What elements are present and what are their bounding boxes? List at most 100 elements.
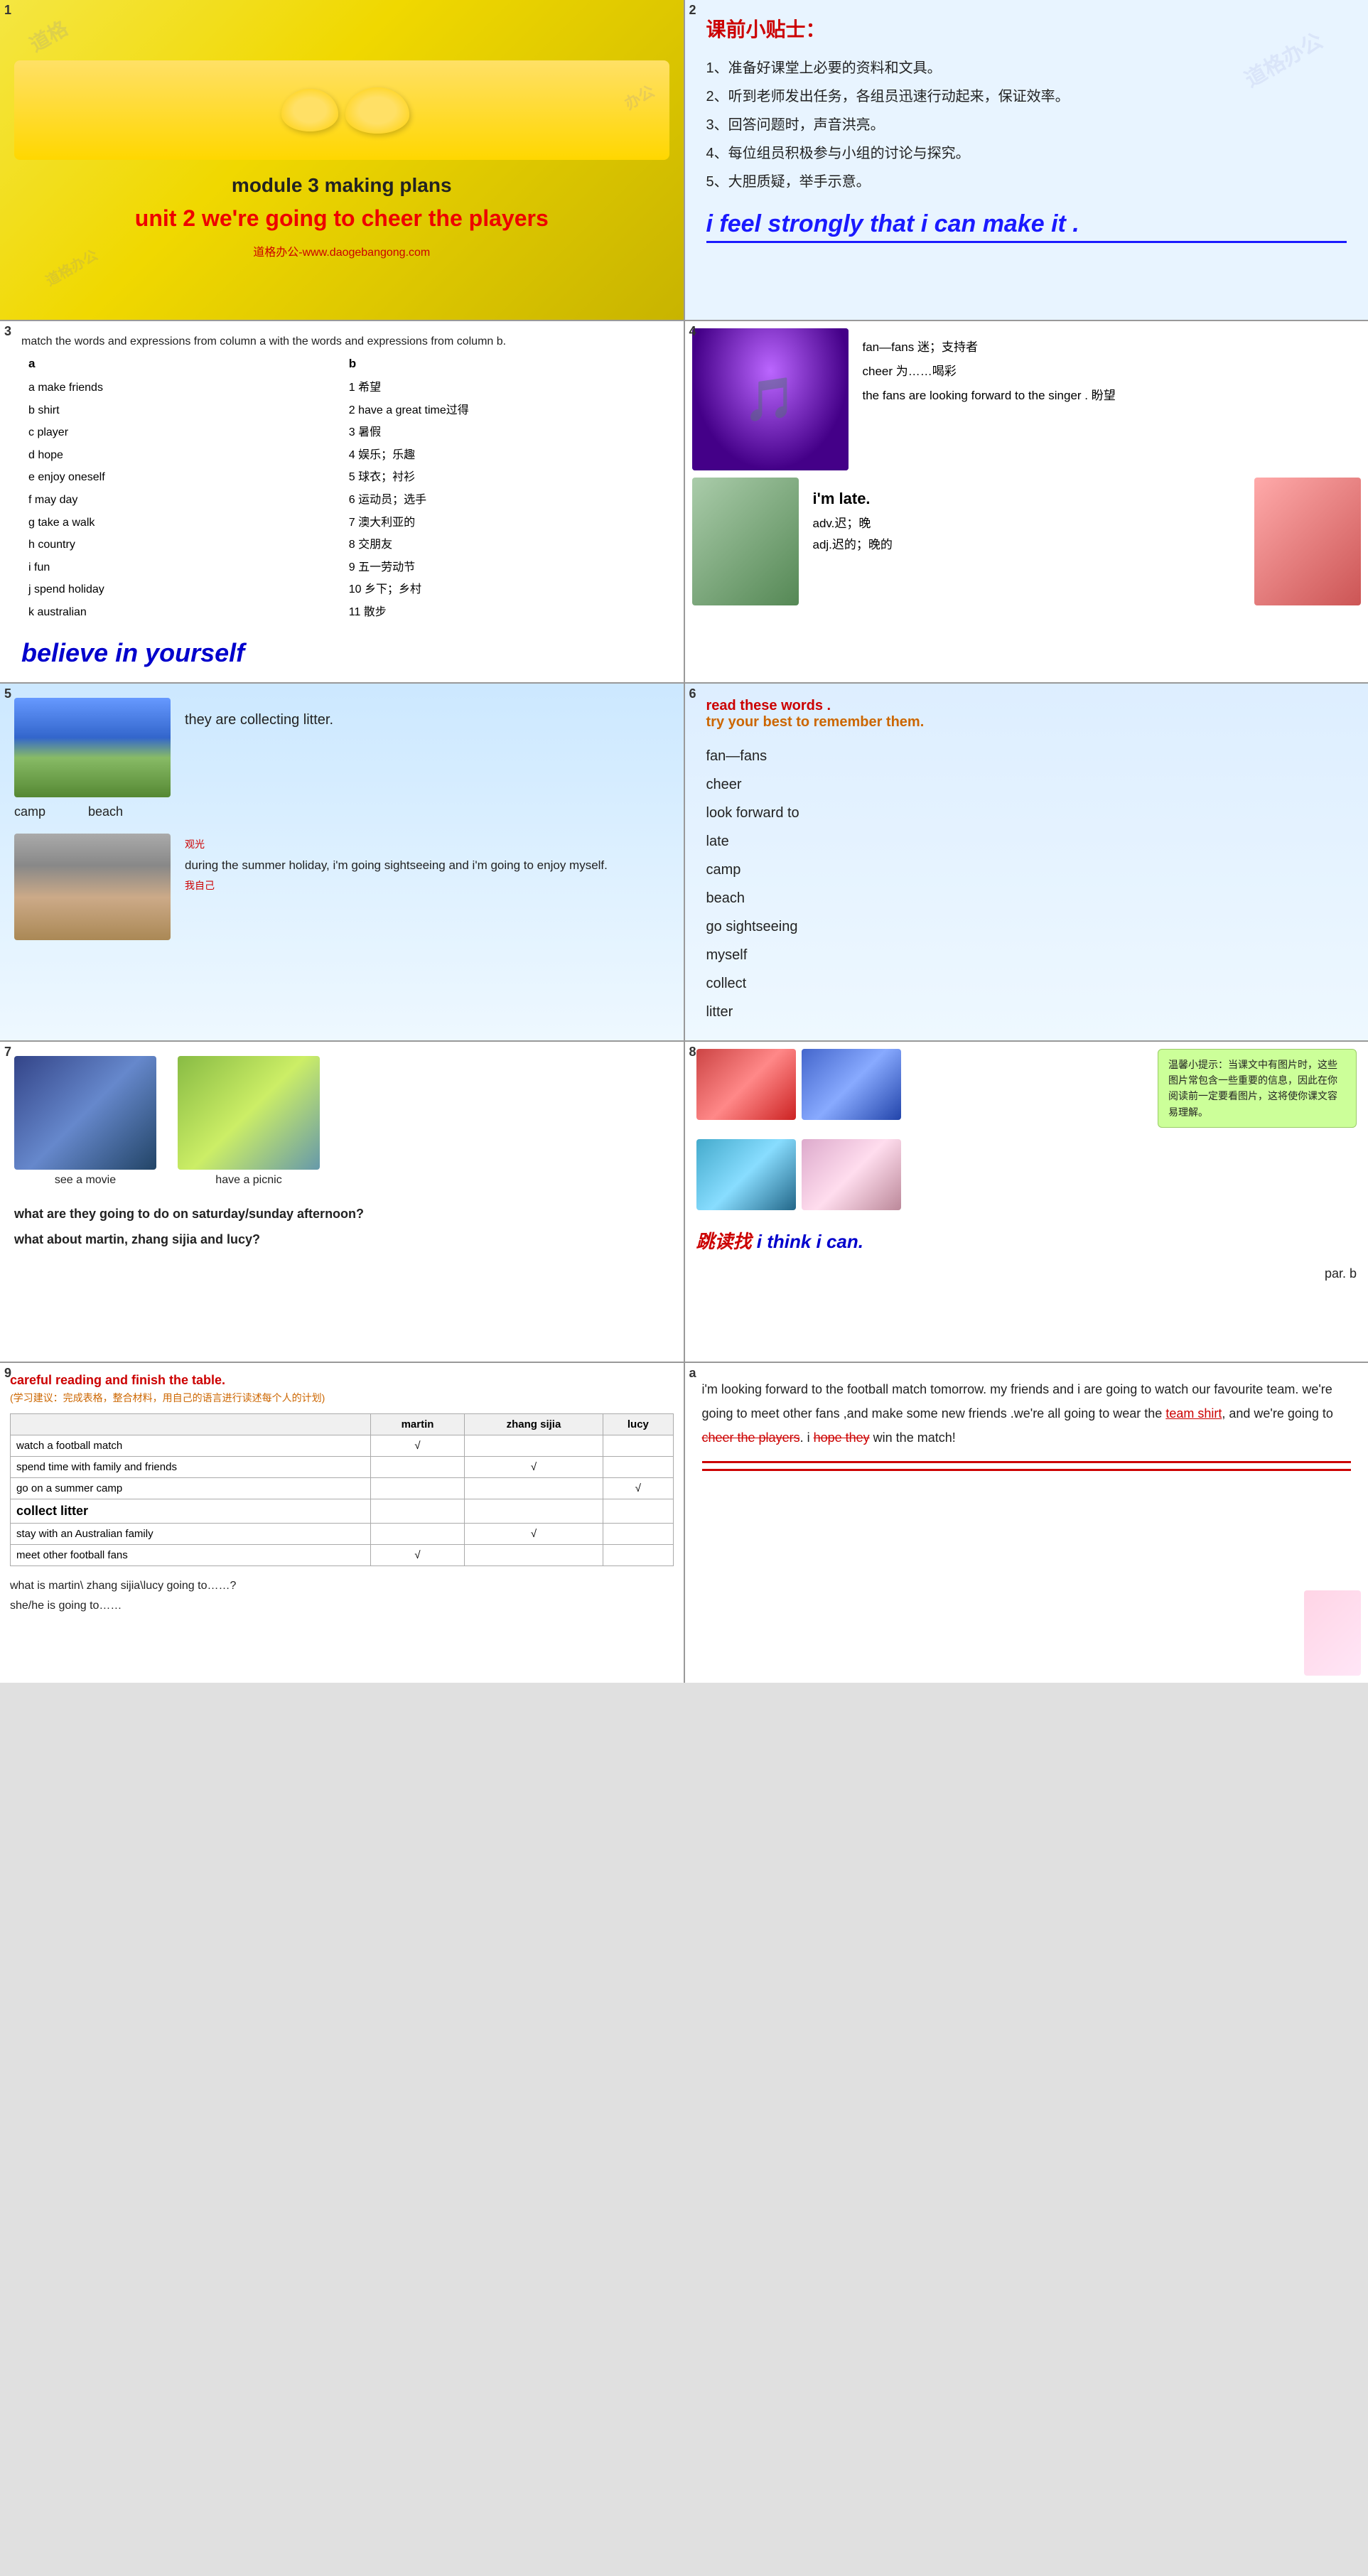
lucy-family bbox=[603, 1456, 673, 1477]
table-row: go on a summer camp √ bbox=[11, 1477, 674, 1499]
sightseeing-section: 观光 during the summer holiday, i'm going … bbox=[185, 834, 608, 895]
beach-image bbox=[14, 698, 171, 797]
cell-number-7: 7 bbox=[4, 1045, 11, 1060]
cell-9: 9 careful reading and finish the table. … bbox=[0, 1363, 684, 1683]
instructions-text: match the words and expressions from col… bbox=[21, 335, 662, 348]
martin-camp bbox=[371, 1477, 464, 1499]
col-a-item-8: i fun bbox=[28, 556, 335, 579]
cell-3: 3 match the words and expressions from c… bbox=[0, 321, 684, 682]
martin-litter bbox=[371, 1499, 464, 1523]
col-a-item-5: f may day bbox=[28, 489, 335, 512]
table-title: careful reading and finish the table. bbox=[10, 1373, 674, 1388]
question-2: she/he is going to…… bbox=[10, 1596, 674, 1617]
col-a-item-1: b shirt bbox=[28, 399, 335, 422]
word-9: litter bbox=[706, 998, 1347, 1026]
tip-list: 1、准备好课堂上必要的资料和文具。 2、听到老师发出任务，各组员迅速行动起来，保… bbox=[706, 54, 1347, 196]
photo-row-2 bbox=[696, 1139, 1357, 1210]
table-subtitle: (学习建议：完成表格，整合材料，用自己的语言进行读述每个人的计划) bbox=[10, 1391, 674, 1405]
tip-5: 5、大胆质疑，举手示意。 bbox=[706, 168, 1347, 196]
lucy-litter bbox=[603, 1499, 673, 1523]
camp-beach-labels: camp beach bbox=[14, 804, 171, 819]
table-header-row: martin zhang sijia lucy bbox=[11, 1413, 674, 1435]
cell-number-1: 1 bbox=[4, 3, 11, 18]
col-b-item-0: 1 希望 bbox=[349, 377, 655, 399]
cell-4: 4 fan—fans 迷；支持者 cheer 为……喝彩 the fans ar… bbox=[685, 321, 1368, 682]
vocab-cheer: cheer 为……喝彩 bbox=[863, 360, 1354, 384]
tip-2: 2、听到老师发出任务，各组员迅速行动起来，保证效率。 bbox=[706, 82, 1347, 111]
word-6: go sightseeing bbox=[706, 912, 1347, 941]
col-b-header: b bbox=[349, 357, 655, 371]
myself-note: 我自己 bbox=[185, 877, 608, 895]
word-4: camp bbox=[706, 856, 1347, 884]
col-a-item-9: j spend holiday bbox=[28, 578, 335, 601]
believe-text: believe in yourself bbox=[21, 638, 662, 668]
cell-6: 6 read these words . try your best to re… bbox=[685, 684, 1368, 1040]
photo-girl bbox=[802, 1139, 901, 1210]
late-text: i'm late. bbox=[813, 485, 1241, 513]
cell-number-5: 5 bbox=[4, 686, 11, 701]
activity-litter: collect litter bbox=[11, 1499, 371, 1523]
martin-australian bbox=[371, 1523, 464, 1544]
word-3: late bbox=[706, 827, 1347, 856]
website-label: 道格办公-www.daogebangong.com bbox=[253, 242, 430, 259]
table-row: stay with an Australian family √ bbox=[11, 1523, 674, 1544]
question-2: what about martin, zhang sijia and lucy? bbox=[14, 1227, 669, 1252]
photo-collage bbox=[696, 1049, 1151, 1128]
cell-number-2: 2 bbox=[689, 3, 696, 18]
late-adj: adj.迟的；晚的 bbox=[813, 534, 1241, 556]
hope-strikethrough: hope they bbox=[814, 1430, 870, 1445]
concert-visual bbox=[692, 328, 849, 470]
table-row: watch a football match √ bbox=[11, 1435, 674, 1456]
picnic-label: have a picnic bbox=[178, 1174, 320, 1187]
col-a-item-3: d hope bbox=[28, 444, 335, 467]
zhang-watch bbox=[464, 1435, 603, 1456]
corner-image bbox=[1254, 478, 1361, 605]
cell-1: 1 道格 办公 道格办公 module 3 making plans unit … bbox=[0, 0, 684, 320]
photo-row-1 bbox=[696, 1049, 1151, 1120]
col-b-item-1: 2 have a great time过得 bbox=[349, 399, 655, 422]
col-b-item-6: 7 澳大利亚的 bbox=[349, 512, 655, 534]
zhang-meet bbox=[464, 1544, 603, 1565]
vocab-fan: fan—fans 迷；支持者 bbox=[863, 335, 1354, 360]
th-activity bbox=[11, 1413, 371, 1435]
th-lucy: lucy bbox=[603, 1413, 673, 1435]
picnic-section: have a picnic bbox=[178, 1056, 320, 1187]
col-b-item-2: 3 暑假 bbox=[349, 421, 655, 444]
col-b-item-8: 9 五一劳动节 bbox=[349, 556, 655, 579]
th-zhang: zhang sijia bbox=[464, 1413, 603, 1435]
zhang-camp bbox=[464, 1477, 603, 1499]
cell-8: 8 温馨小提示：当课文中有图片时，这些图片常包含一些重要的信息，因此在你阅读前一… bbox=[685, 1042, 1368, 1362]
activity-meet: meet other football fans bbox=[11, 1544, 371, 1565]
word-5: beach bbox=[706, 884, 1347, 912]
column-b: b 1 希望 2 have a great time过得 3 暑假 4 娱乐；乐… bbox=[342, 357, 662, 624]
photo-beach2 bbox=[696, 1139, 796, 1210]
cell-number-4: 4 bbox=[689, 324, 696, 339]
sightseeing-note: 观光 bbox=[185, 839, 205, 850]
par-b-label: par. b bbox=[696, 1266, 1357, 1281]
col-a-header: a bbox=[28, 357, 335, 371]
zhang-australian: √ bbox=[464, 1523, 603, 1544]
camp-label: camp bbox=[14, 804, 45, 819]
col-a-item-10: k australian bbox=[28, 601, 335, 624]
lucy-australian bbox=[603, 1523, 673, 1544]
unit-title: unit 2 we're going to cheer the players bbox=[135, 204, 549, 234]
col-b-item-10: 11 散步 bbox=[349, 601, 655, 624]
word-7: myself bbox=[706, 941, 1347, 969]
bottom-questions: what is martin\ zhang sijia\lucy going t… bbox=[10, 1576, 674, 1617]
module-title: module 3 making plans bbox=[232, 174, 452, 197]
activity-family: spend time with family and friends bbox=[11, 1456, 371, 1477]
word-list: fan—fans cheer look forward to late camp… bbox=[706, 742, 1347, 1026]
martin-watch: √ bbox=[371, 1435, 464, 1456]
street-image bbox=[14, 834, 171, 940]
zhang-litter bbox=[464, 1499, 603, 1523]
activity-australian: stay with an Australian family bbox=[11, 1523, 371, 1544]
vocab-fans-forward: the fans are looking forward to the sing… bbox=[863, 384, 1354, 408]
zhang-family: √ bbox=[464, 1456, 603, 1477]
cell5-top: camp beach they are collecting litter. bbox=[14, 698, 669, 819]
question-1: what is martin\ zhang sijia\lucy going t… bbox=[10, 1576, 674, 1597]
lemon-image-area bbox=[14, 60, 669, 160]
cell-5: 5 camp beach they are collecting litter.… bbox=[0, 684, 684, 1040]
photo-blue-1 bbox=[802, 1049, 901, 1120]
cell4-top-section: fan—fans 迷；支持者 cheer 为……喝彩 the fans are … bbox=[692, 328, 1362, 470]
cell8-top: 温馨小提示：当课文中有图片时，这些图片常包含一些重要的信息，因此在你阅读前一定要… bbox=[696, 1049, 1357, 1128]
